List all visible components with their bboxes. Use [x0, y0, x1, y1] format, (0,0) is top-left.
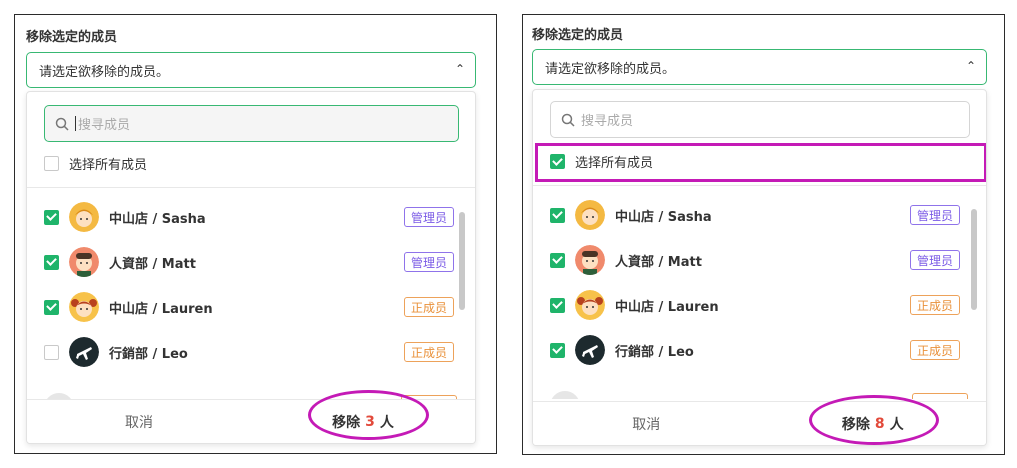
role-badge: 管理员 — [403, 207, 454, 227]
divider — [27, 187, 475, 188]
scrollbar[interactable] — [971, 209, 977, 310]
airplane-avatar-icon — [575, 335, 605, 365]
member-name: 行銷部 / Leo — [615, 344, 694, 360]
select-all-label: 选择所有成员 — [69, 158, 148, 173]
list-item[interactable]: 中山店 / Sasha 管理员 — [44, 201, 454, 233]
member-select-dropdown[interactable]: 请选定欲移除的成员。 ⌃ — [532, 49, 987, 85]
checkbox[interactable] — [550, 297, 565, 313]
left-panel: 移除选定的成员 请选定欲移除的成员。 ⌃ 搜寻成员 选择所有成员 中山店 / S… — [14, 14, 497, 454]
girl-buns-avatar-icon — [69, 292, 99, 322]
cancel-button[interactable]: 取消 — [27, 400, 251, 443]
girl-avatar-icon — [69, 202, 99, 232]
list-item[interactable]: 人資部 / Matt 管理员 — [44, 246, 454, 278]
list-item[interactable]: 中山店 / Lauren 正成员 — [44, 291, 454, 323]
checkbox[interactable] — [44, 254, 59, 270]
member-name: 中山店 / Lauren — [615, 299, 719, 315]
role-badge: 正成员 — [403, 297, 454, 317]
list-item[interactable]: 中山店 / Lauren 正成员 — [550, 289, 960, 321]
man-avatar-icon — [69, 247, 99, 277]
partial-list-item — [550, 391, 580, 399]
checkbox[interactable] — [44, 209, 59, 225]
member-name: 人資部 / Matt — [109, 256, 196, 272]
cancel-button[interactable]: 取消 — [533, 402, 760, 445]
panel-title: 移除选定的成员 — [532, 28, 624, 43]
select-placeholder: 请选定欲移除的成员。 — [39, 64, 170, 80]
search-input[interactable]: 搜寻成员 — [550, 101, 970, 138]
list-item[interactable]: 行銷部 / Leo 正成员 — [44, 336, 454, 368]
text-caret — [75, 116, 76, 131]
checkbox[interactable] — [44, 156, 59, 171]
select-placeholder: 请选定欲移除的成员。 — [545, 61, 676, 77]
man-avatar-icon — [575, 245, 605, 275]
checkbox[interactable] — [550, 207, 565, 223]
list-item[interactable]: 人資部 / Matt 管理员 — [550, 244, 960, 276]
role-badge: 管理员 — [909, 250, 960, 270]
checkbox[interactable] — [550, 252, 565, 268]
dropdown-list: 搜寻成员 选择所有成员 中山店 / Sasha 管理员 人資部 / Matt 管… — [532, 89, 987, 446]
highlight-ellipse — [809, 395, 939, 445]
member-name: 中山店 / Lauren — [109, 301, 213, 317]
girl-buns-avatar-icon — [575, 290, 605, 320]
role-badge: 正成员 — [909, 340, 960, 360]
highlight-ellipse — [308, 390, 429, 440]
chevron-up-icon[interactable]: ⌃ — [966, 59, 976, 73]
search-placeholder: 搜寻成员 — [581, 114, 634, 129]
chevron-up-icon[interactable]: ⌃ — [455, 62, 465, 76]
member-name: 人資部 / Matt — [615, 254, 702, 270]
girl-avatar-icon — [575, 200, 605, 230]
role-badge: 正成员 — [909, 295, 960, 315]
checkbox[interactable] — [44, 299, 59, 315]
search-placeholder: 搜寻成员 — [78, 118, 131, 133]
panel-title: 移除选定的成员 — [26, 30, 118, 45]
member-select-dropdown[interactable]: 请选定欲移除的成员。 ⌃ — [26, 52, 476, 88]
member-name: 中山店 / Sasha — [109, 211, 206, 227]
dropdown-list: 搜寻成员 选择所有成员 中山店 / Sasha 管理员 人資部 / Matt 管… — [26, 91, 476, 444]
checkbox[interactable] — [44, 344, 59, 360]
divider — [533, 185, 986, 186]
select-all-checkbox[interactable]: 选择所有成员 — [44, 154, 147, 173]
list-item[interactable]: 行銷部 / Leo 正成员 — [550, 334, 960, 366]
select-all-highlight-box — [535, 143, 986, 182]
right-panel: 移除选定的成员 请选定欲移除的成员。 ⌃ 搜寻成员 选择所有成员 中山店 / S… — [522, 14, 1005, 455]
role-badge: 正成员 — [403, 342, 454, 362]
list-item[interactable]: 中山店 / Sasha 管理员 — [550, 199, 960, 231]
role-badge: 管理员 — [909, 205, 960, 225]
partial-badge — [912, 393, 968, 399]
scrollbar[interactable] — [459, 212, 465, 310]
search-input[interactable]: 搜寻成员 — [44, 105, 459, 142]
airplane-avatar-icon — [69, 337, 99, 367]
checkbox[interactable] — [550, 342, 565, 358]
member-name: 行銷部 / Leo — [109, 346, 188, 362]
search-icon — [561, 113, 575, 127]
role-badge: 管理员 — [403, 252, 454, 272]
search-icon — [55, 117, 69, 131]
member-name: 中山店 / Sasha — [615, 209, 712, 225]
